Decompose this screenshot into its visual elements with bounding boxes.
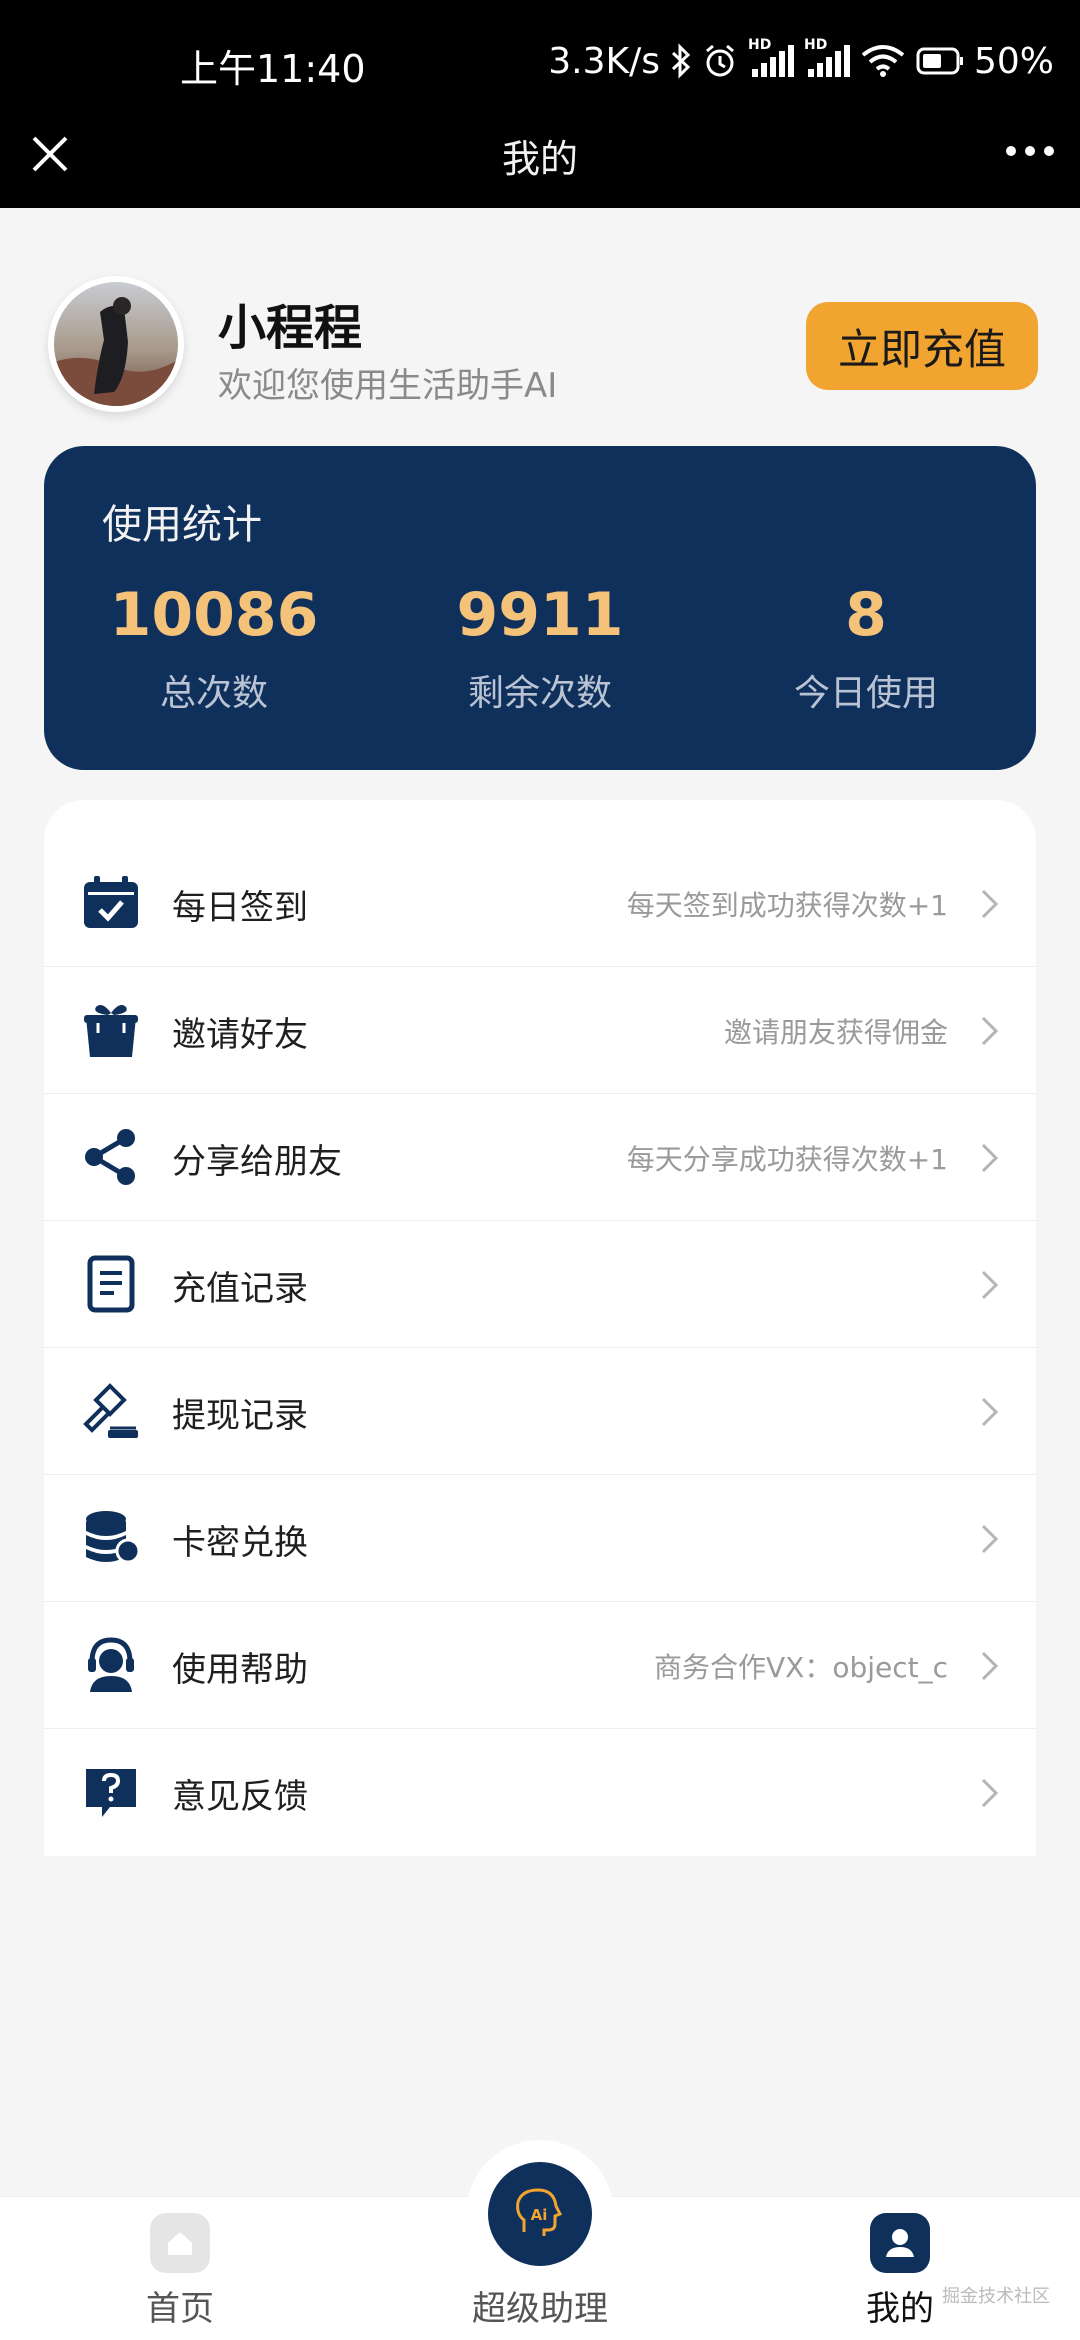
user-name: 小程程 bbox=[218, 300, 363, 356]
coins-icon bbox=[86, 1511, 141, 1564]
support-agent-icon bbox=[88, 1637, 134, 1692]
signal-1: HD bbox=[748, 37, 794, 79]
tab-label: 超级助理 bbox=[472, 2289, 608, 2329]
usage-stats-card: 使用统计 10086 总次数 9911 剩余次数 8 今日使用 bbox=[44, 446, 1036, 770]
welcome-text: 欢迎您使用生活助手AI bbox=[218, 366, 558, 406]
ai-badge-text: Ai bbox=[531, 2206, 548, 2224]
home-glyph bbox=[168, 2232, 192, 2255]
menu-desc: 商务合作VX：object_c bbox=[653, 1651, 948, 1684]
tab-home[interactable]: 首页 bbox=[80, 2197, 280, 2340]
network-speed: 3.3K/s bbox=[548, 40, 660, 82]
ai-assistant-button[interactable]: Ai bbox=[488, 2162, 592, 2266]
stat-remaining: 9911 剩余次数 bbox=[390, 580, 690, 716]
chevron-right-icon bbox=[981, 1397, 999, 1427]
more-dot bbox=[1025, 146, 1035, 156]
signal-icon bbox=[751, 45, 794, 77]
chevron-right-icon bbox=[981, 1143, 999, 1173]
battery-percent: 50% bbox=[973, 40, 1054, 82]
menu-item-daily-checkin[interactable]: 每日签到 每天签到成功获得次数+1 bbox=[44, 840, 1036, 967]
menu-label: 每日签到 bbox=[172, 888, 308, 928]
menu-label: 意见反馈 bbox=[172, 1777, 308, 1817]
menu-desc: 每天签到成功获得次数+1 bbox=[626, 889, 948, 922]
bluetooth-icon bbox=[671, 43, 691, 79]
avatar[interactable] bbox=[48, 276, 184, 412]
stat-total: 10086 总次数 bbox=[64, 580, 364, 716]
menu-desc: 每天分享成功获得次数+1 bbox=[626, 1143, 948, 1176]
stat-label: 总次数 bbox=[159, 673, 268, 714]
alarm-icon bbox=[706, 44, 734, 77]
menu-item-card-redeem[interactable]: 卡密兑换 bbox=[44, 1475, 1036, 1602]
menu-item-help[interactable]: 使用帮助 商务合作VX：object_c bbox=[44, 1602, 1036, 1729]
user-icon bbox=[870, 2213, 930, 2273]
chevron-right-icon bbox=[981, 1270, 999, 1300]
menu-desc: 邀请朋友获得佣金 bbox=[723, 1016, 948, 1049]
menu-label: 分享给朋友 bbox=[172, 1142, 342, 1182]
recharge-button[interactable]: 立即充值 bbox=[806, 302, 1038, 390]
tab-label: 首页 bbox=[146, 2289, 214, 2329]
menu-label: 充值记录 bbox=[172, 1269, 308, 1309]
stat-today: 8 今日使用 bbox=[716, 580, 1016, 716]
menu-item-feedback[interactable]: 意见反馈 bbox=[44, 1729, 1036, 1856]
gift-icon bbox=[84, 1005, 138, 1057]
stat-label: 剩余次数 bbox=[467, 673, 612, 714]
menu-label: 卡密兑换 bbox=[172, 1523, 308, 1563]
profile-header: 小程程 欢迎您使用生活助手AI 立即充值 bbox=[0, 208, 1080, 440]
menu-item-recharge-records[interactable]: 充值记录 bbox=[44, 1221, 1036, 1348]
chevron-right-icon bbox=[981, 889, 999, 919]
menu-label: 邀请好友 bbox=[172, 1015, 308, 1055]
avatar-image bbox=[54, 282, 178, 406]
chevron-right-icon bbox=[981, 1016, 999, 1046]
chevron-right-icon bbox=[981, 1778, 999, 1808]
gavel-icon bbox=[83, 1383, 138, 1438]
battery-icon bbox=[916, 47, 963, 75]
signal-icon bbox=[807, 45, 850, 77]
status-icons: 3.3K/s HD HD 50% bbox=[548, 36, 1054, 86]
stat-value: 10086 bbox=[109, 580, 319, 650]
chevron-right-icon bbox=[981, 1651, 999, 1681]
status-bar: 上午11:40 3.3K/s HD HD 50% bbox=[0, 0, 1080, 124]
stat-value: 9911 bbox=[456, 580, 624, 650]
nav-bar: 我的 bbox=[0, 124, 1080, 208]
more-dot bbox=[1044, 146, 1054, 156]
menu-item-invite-friends[interactable]: 邀请好友 邀请朋友获得佣金 bbox=[44, 967, 1036, 1094]
user-glyph bbox=[886, 2229, 914, 2257]
stat-value: 8 bbox=[845, 580, 887, 650]
stat-label: 今日使用 bbox=[793, 673, 938, 714]
share-icon bbox=[85, 1129, 135, 1185]
menu-list: 每日签到 每天签到成功获得次数+1 邀请好友 邀请朋友获得佣金 分享给朋友 每天… bbox=[44, 800, 1036, 1856]
menu-item-share[interactable]: 分享给朋友 每天分享成功获得次数+1 bbox=[44, 1094, 1036, 1221]
ai-head-icon: Ai bbox=[516, 2188, 563, 2236]
document-icon bbox=[87, 1255, 135, 1313]
tab-mine[interactable]: 我的 bbox=[800, 2197, 1000, 2340]
menu-label: 使用帮助 bbox=[172, 1650, 308, 1690]
stats-title: 使用统计 bbox=[102, 502, 262, 548]
watermark: 掘金技术社区 bbox=[942, 2286, 1050, 2307]
menu-label: 提现记录 bbox=[172, 1396, 308, 1436]
signal-2: HD bbox=[804, 37, 850, 79]
wifi-icon bbox=[861, 45, 905, 77]
question-bubble-icon bbox=[86, 1769, 136, 1817]
more-dot bbox=[1006, 146, 1016, 156]
status-time: 上午11:40 bbox=[180, 47, 366, 91]
more-icon[interactable] bbox=[1006, 146, 1054, 156]
menu-item-withdraw-records[interactable]: 提现记录 bbox=[44, 1348, 1036, 1475]
home-icon bbox=[150, 2213, 210, 2273]
calendar-check-icon bbox=[84, 876, 138, 928]
chevron-right-icon bbox=[981, 1524, 999, 1554]
page-title: 我的 bbox=[501, 137, 578, 181]
